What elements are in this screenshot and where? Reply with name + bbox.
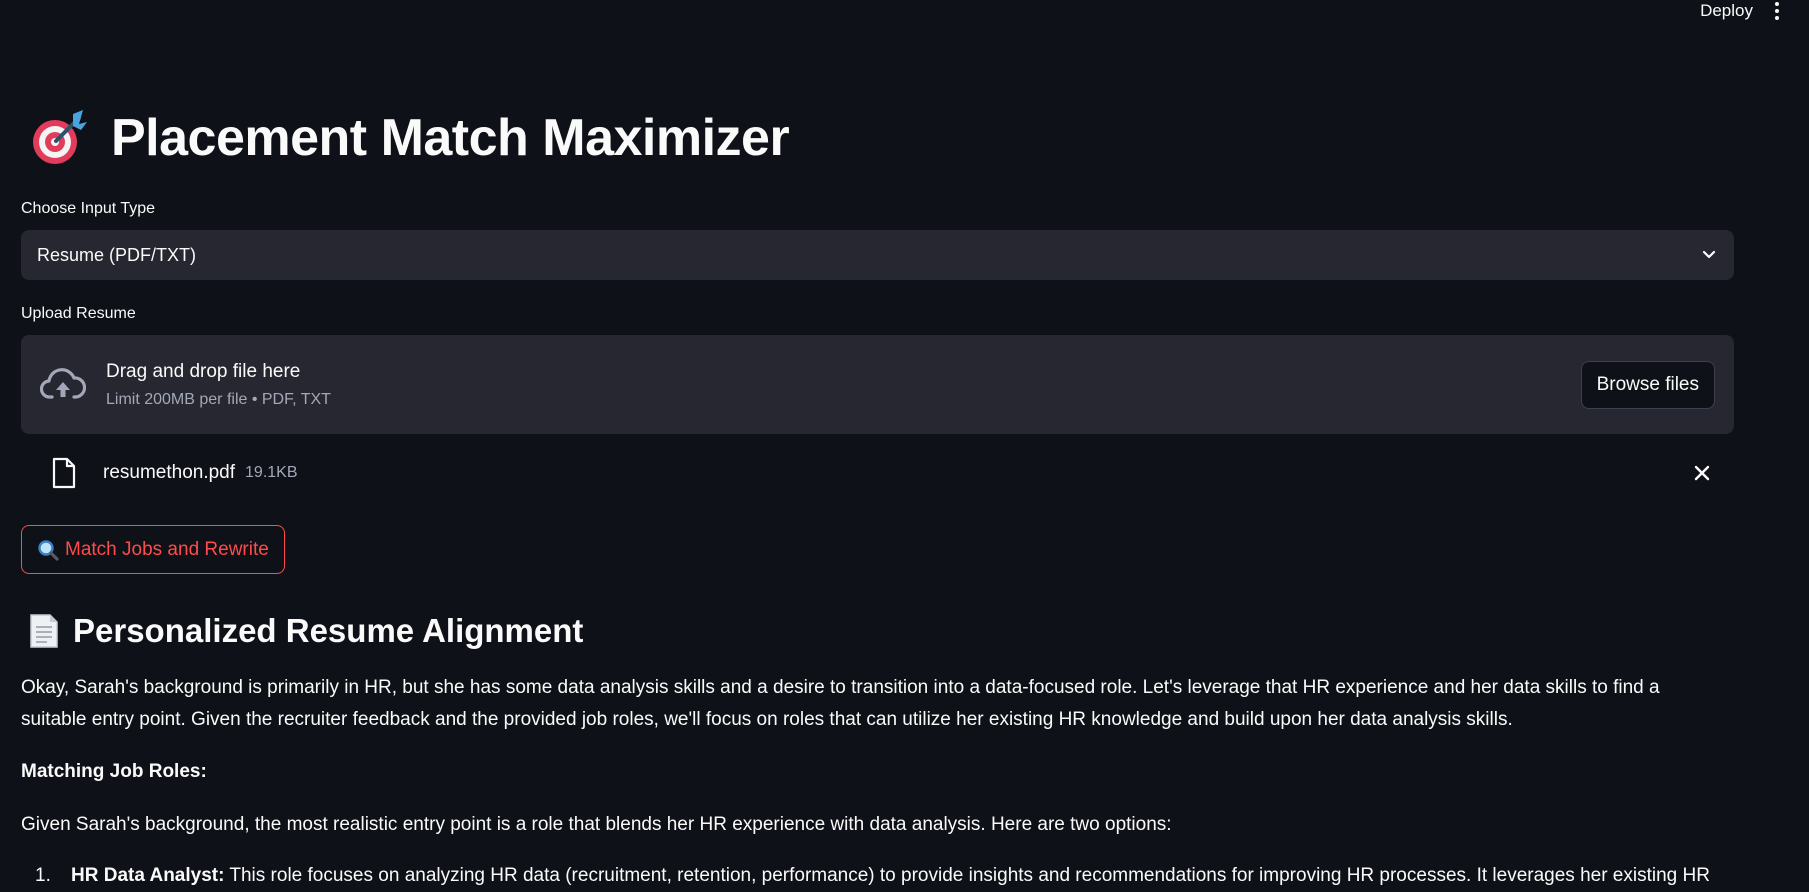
result-paragraph-2: Given Sarah's background, the most reali… bbox=[21, 814, 1172, 835]
dropzone-instructions: Drag and drop file here bbox=[106, 360, 301, 382]
file-dropzone[interactable]: Drag and drop file here Limit 200MB per … bbox=[21, 335, 1734, 434]
list-item: 1. HR Data Analyst: This role focuses on … bbox=[35, 860, 1735, 892]
deploy-button[interactable]: Deploy bbox=[1700, 1, 1753, 21]
input-type-select[interactable]: Resume (PDF/TXT) bbox=[21, 230, 1734, 280]
list-item-number: 1. bbox=[35, 865, 51, 886]
uploaded-file-size: 19.1KB bbox=[245, 464, 298, 481]
result-paragraph-1: Okay, Sarah's background is primarily in… bbox=[21, 677, 1660, 730]
kebab-menu-icon[interactable] bbox=[1771, 0, 1783, 22]
direct-hit-icon bbox=[33, 110, 87, 164]
upload-label: Upload Resume bbox=[21, 305, 136, 322]
dropzone-limit-text: Limit 200MB per file • PDF, TXT bbox=[106, 390, 331, 408]
page-header: Placement Match Maximizer bbox=[29, 108, 790, 168]
cloud-upload-icon bbox=[40, 367, 86, 399]
input-type-label: Choose Input Type bbox=[21, 200, 156, 217]
matching-roles-heading: Matching Job Roles: bbox=[21, 761, 207, 782]
file-icon bbox=[52, 457, 76, 489]
input-type-selected-value: Resume (PDF/TXT) bbox=[37, 244, 197, 265]
close-icon[interactable] bbox=[1692, 463, 1712, 483]
result-heading: Personalized Resume Alignment bbox=[73, 612, 584, 649]
list-item-title: HR Data Analyst: bbox=[71, 865, 225, 886]
page-icon bbox=[30, 614, 58, 648]
uploaded-file-row: resumethon.pdf 19.1KB bbox=[21, 455, 1734, 491]
list-item-text: This role focuses on analyzing HR data (… bbox=[224, 865, 1710, 886]
match-jobs-label: Match Jobs and Rewrite bbox=[65, 538, 269, 560]
magnifier-icon bbox=[38, 539, 59, 561]
uploaded-file-name: resumethon.pdf bbox=[103, 462, 236, 483]
match-jobs-button[interactable]: Match Jobs and Rewrite bbox=[21, 525, 285, 574]
chevron-down-icon bbox=[1702, 250, 1716, 259]
result-header: Personalized Resume Alignment bbox=[29, 612, 583, 650]
page-title: Placement Match Maximizer bbox=[111, 109, 790, 167]
top-toolbar: Deploy bbox=[1700, 0, 1809, 22]
browse-files-button[interactable]: Browse files bbox=[1580, 360, 1715, 409]
